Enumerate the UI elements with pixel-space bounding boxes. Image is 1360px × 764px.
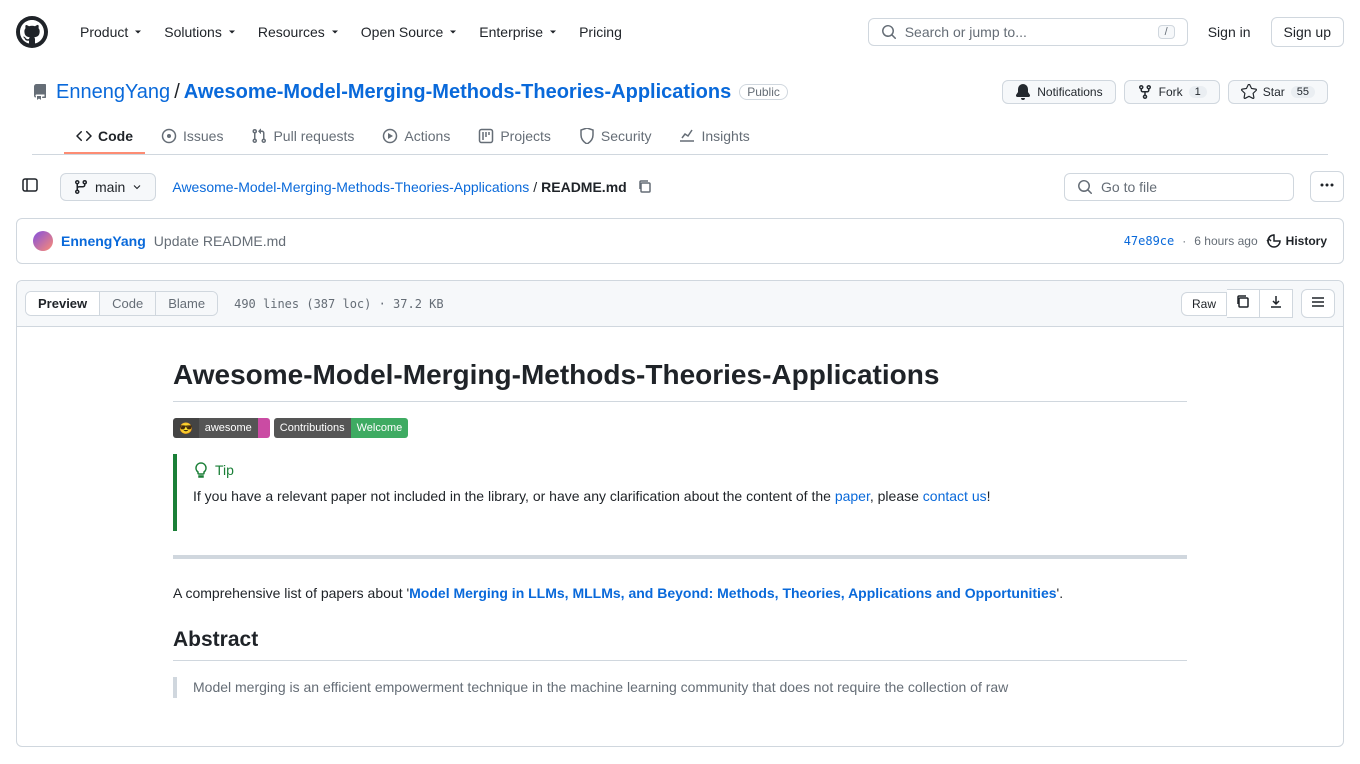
download-icon bbox=[1268, 294, 1284, 310]
repo-icon bbox=[32, 84, 48, 100]
fork-button[interactable]: Fork 1 bbox=[1124, 80, 1220, 104]
owner-link[interactable]: EnnengYang bbox=[56, 81, 170, 104]
bell-icon bbox=[1015, 84, 1031, 100]
tip-callout: Tip If you have a relevant paper not inc… bbox=[173, 454, 1187, 531]
paper-link[interactable]: paper bbox=[835, 488, 870, 504]
code-icon bbox=[76, 128, 92, 144]
list-icon bbox=[1310, 294, 1326, 310]
nav-enterprise[interactable]: Enterprise bbox=[471, 18, 567, 46]
search-input[interactable]: Search or jump to... / bbox=[868, 18, 1188, 46]
file-view: Preview Code Blame 490 lines (387 loc) ·… bbox=[16, 280, 1344, 747]
signup-button[interactable]: Sign up bbox=[1271, 17, 1344, 47]
survey-link[interactable]: Model Merging in LLMs, MLLMs, and Beyond… bbox=[409, 585, 1056, 601]
visibility-badge: Public bbox=[739, 84, 788, 100]
nav-product[interactable]: Product bbox=[72, 18, 152, 46]
tab-code[interactable]: Code bbox=[64, 120, 145, 154]
branch-icon bbox=[73, 179, 89, 195]
star-icon bbox=[1241, 84, 1257, 100]
abstract-heading: Abstract bbox=[173, 628, 1187, 661]
tab-projects[interactable]: Projects bbox=[466, 120, 563, 154]
more-options-button[interactable] bbox=[1310, 171, 1344, 202]
commit-message-link[interactable]: Update README.md bbox=[154, 233, 286, 249]
go-to-file-input[interactable]: Go to file bbox=[1064, 173, 1294, 201]
nav-pricing[interactable]: Pricing bbox=[571, 18, 630, 46]
contact-link[interactable]: contact us bbox=[923, 488, 987, 504]
tab-pulls[interactable]: Pull requests bbox=[239, 120, 366, 154]
repo-header: EnnengYang / Awesome-Model-Merging-Metho… bbox=[0, 64, 1360, 155]
tab-security[interactable]: Security bbox=[567, 120, 664, 154]
repo-tabs: Code Issues Pull requests Actions Projec… bbox=[32, 120, 1328, 155]
history-link[interactable]: History bbox=[1266, 233, 1327, 249]
code-tab[interactable]: Code bbox=[100, 292, 156, 315]
breadcrumb-repo[interactable]: Awesome-Model-Merging-Methods-Theories-A… bbox=[172, 179, 529, 195]
issues-icon bbox=[161, 128, 177, 144]
notifications-button[interactable]: Notifications bbox=[1002, 80, 1115, 104]
commit-author-link[interactable]: EnnengYang bbox=[61, 233, 146, 249]
divider bbox=[173, 555, 1187, 559]
nav-resources[interactable]: Resources bbox=[250, 18, 349, 46]
contributions-badge[interactable]: Contributions Welcome bbox=[274, 418, 408, 438]
chevron-down-icon bbox=[131, 181, 143, 193]
search-icon bbox=[1077, 179, 1093, 195]
github-logo[interactable] bbox=[16, 16, 48, 48]
copy-path-icon[interactable] bbox=[637, 179, 653, 195]
latest-commit: EnnengYang Update README.md 47e89ce · 6 … bbox=[16, 218, 1344, 264]
breadcrumb-file: README.md bbox=[541, 179, 627, 195]
branch-selector[interactable]: main bbox=[60, 173, 156, 201]
actions-icon bbox=[382, 128, 398, 144]
shield-icon bbox=[579, 128, 595, 144]
tab-insights[interactable]: Insights bbox=[667, 120, 761, 154]
intro-text: A comprehensive list of papers about 'Mo… bbox=[173, 583, 1187, 604]
download-button[interactable] bbox=[1260, 289, 1293, 318]
markdown-body: Awesome-Model-Merging-Methods-Theories-A… bbox=[17, 327, 1343, 746]
blame-tab[interactable]: Blame bbox=[156, 292, 217, 315]
copy-icon bbox=[1235, 294, 1251, 310]
projects-icon bbox=[478, 128, 494, 144]
awesome-badge[interactable]: 😎 awesome bbox=[173, 418, 270, 438]
tab-actions[interactable]: Actions bbox=[370, 120, 462, 154]
nav-opensource[interactable]: Open Source bbox=[353, 18, 468, 46]
abstract-body: Model merging is an efficient empowermen… bbox=[173, 677, 1187, 698]
file-toolbar: Preview Code Blame 490 lines (387 loc) ·… bbox=[17, 281, 1343, 327]
raw-button[interactable]: Raw bbox=[1181, 292, 1227, 316]
preview-tab[interactable]: Preview bbox=[26, 292, 100, 315]
star-count: 55 bbox=[1291, 86, 1315, 98]
nav: Product Solutions Resources Open Source … bbox=[72, 18, 630, 46]
fork-icon bbox=[1137, 84, 1153, 100]
copy-button[interactable] bbox=[1227, 289, 1260, 318]
graph-icon bbox=[679, 128, 695, 144]
file-info: 490 lines (387 loc) · 37.2 KB bbox=[234, 297, 444, 311]
fork-count: 1 bbox=[1189, 86, 1207, 98]
breadcrumb: Awesome-Model-Merging-Methods-Theories-A… bbox=[172, 179, 652, 195]
commit-sha-link[interactable]: 47e89ce bbox=[1124, 234, 1175, 248]
sidebar-icon bbox=[22, 177, 38, 193]
pr-icon bbox=[251, 128, 267, 144]
kebab-icon bbox=[1319, 177, 1335, 193]
lightbulb-icon bbox=[193, 462, 209, 478]
search-icon bbox=[881, 24, 897, 40]
history-icon bbox=[1266, 233, 1282, 249]
sidebar-toggle[interactable] bbox=[16, 171, 44, 202]
tab-issues[interactable]: Issues bbox=[149, 120, 235, 154]
avatar[interactable] bbox=[33, 231, 53, 251]
file-nav: main Awesome-Model-Merging-Methods-Theor… bbox=[0, 155, 1360, 218]
search-kbd: / bbox=[1158, 25, 1175, 39]
signin-link[interactable]: Sign in bbox=[1196, 18, 1263, 46]
star-button[interactable]: Star 55 bbox=[1228, 80, 1328, 104]
repo-link[interactable]: Awesome-Model-Merging-Methods-Theories-A… bbox=[184, 81, 731, 104]
commit-time: 6 hours ago bbox=[1194, 234, 1257, 248]
readme-title: Awesome-Model-Merging-Methods-Theories-A… bbox=[173, 359, 1187, 402]
nav-solutions[interactable]: Solutions bbox=[156, 18, 246, 46]
view-toggle: Preview Code Blame bbox=[25, 291, 218, 316]
outline-button[interactable] bbox=[1301, 289, 1335, 318]
global-header: Product Solutions Resources Open Source … bbox=[0, 0, 1360, 64]
